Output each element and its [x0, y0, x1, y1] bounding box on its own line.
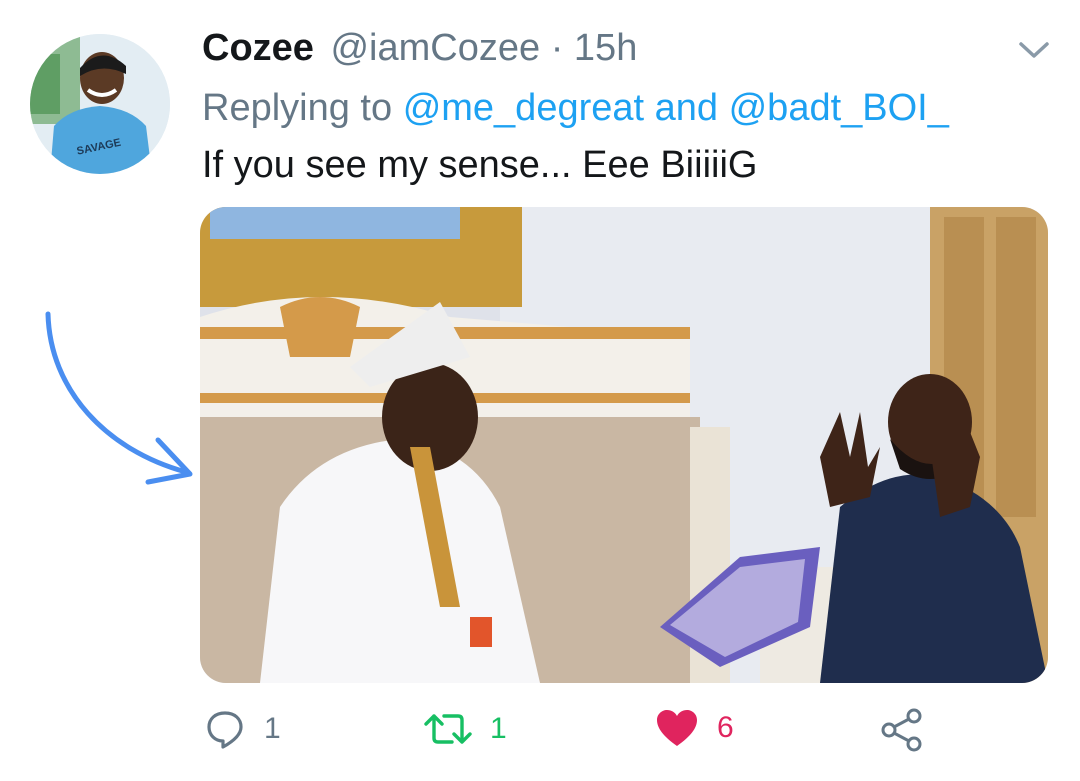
retweet-button[interactable]: 1 — [424, 708, 507, 750]
share-button[interactable] — [880, 708, 924, 752]
replying-to: Replying to @me_degreat and @badt_BOI_ — [202, 84, 949, 132]
annotation-arrow-icon — [45, 311, 193, 485]
reply-mention-1[interactable]: @me_degreat — [403, 87, 644, 129]
replying-prefix: Replying to — [202, 87, 393, 129]
share-icon — [881, 708, 922, 752]
like-count: 6 — [717, 711, 734, 744]
retweet-count: 1 — [490, 712, 507, 745]
retweet-icon — [424, 714, 472, 744]
tweet-photo[interactable] — [200, 207, 1048, 683]
avatar-image: SAVAGE — [30, 34, 170, 174]
tweet-text: If you see my sense... Eee BiiiiiG — [202, 144, 758, 186]
reply-button[interactable]: 1 — [204, 708, 281, 750]
author-handle[interactable]: @iamCozee — [330, 27, 540, 69]
heart-icon — [657, 710, 697, 746]
reply-count: 1 — [264, 712, 281, 745]
tweet-actions: 1 1 6 — [0, 700, 1080, 780]
reply-bubble-icon — [207, 711, 243, 749]
like-button[interactable]: 6 — [655, 708, 734, 748]
tweet[interactable]: SAVAGE Cozee @iamCozee · 15h Replying to… — [0, 0, 1080, 781]
tweet-timestamp[interactable]: 15h — [574, 27, 637, 69]
chevron-down-icon[interactable] — [1016, 38, 1052, 62]
photo-illustration — [200, 207, 1048, 683]
avatar[interactable]: SAVAGE — [30, 34, 170, 174]
reply-mention-and[interactable]: and — [655, 87, 718, 129]
tweet-header: Cozee @iamCozee · 15h — [202, 24, 637, 72]
header-separator: · — [550, 27, 564, 69]
reply-mention-2[interactable]: @badt_BOI_ — [729, 87, 949, 129]
author-name[interactable]: Cozee — [202, 27, 314, 69]
